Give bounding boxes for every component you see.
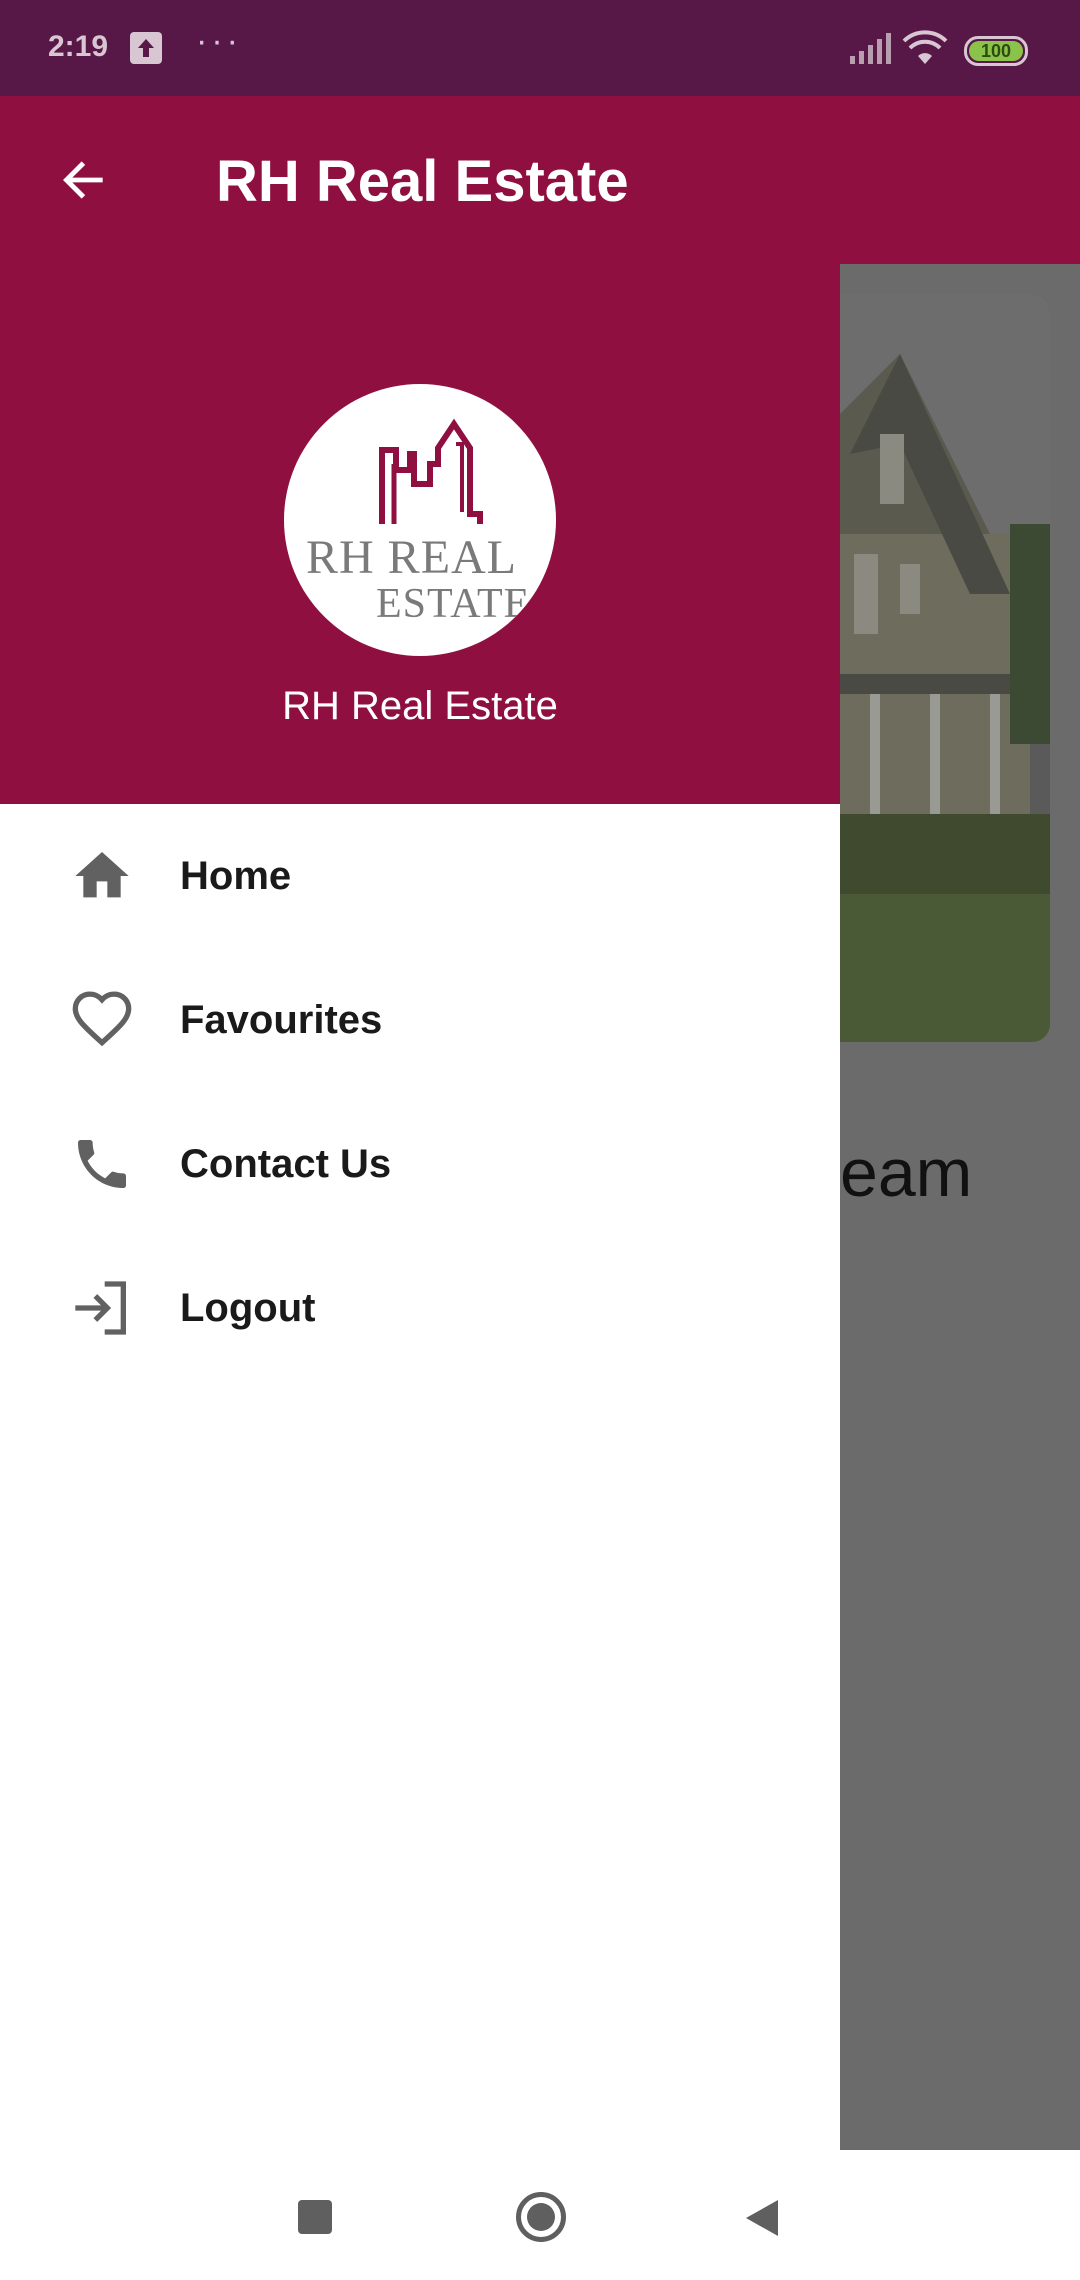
app-bar: RH Real Estate [0,96,1080,264]
upload-icon [130,32,162,64]
menu-item-home[interactable]: Home [0,804,840,948]
menu-item-label: Contact Us [180,1141,392,1186]
phone-icon [68,1130,136,1198]
signal-icon [848,32,892,71]
system-nav-bar [0,2150,1080,2280]
battery-level: 100 [969,41,1023,61]
menu-item-contact-us[interactable]: Contact Us [0,1092,840,1236]
property-image [840,294,1050,1042]
app-title: RH Real Estate [216,149,629,214]
home-icon [68,842,136,910]
heart-outline-icon [68,986,136,1054]
background-scrim[interactable]: eam [840,264,1080,2150]
arrow-back-icon [63,161,103,199]
wifi-icon [902,30,948,71]
battery-icon: 100 [964,36,1028,66]
navigation-drawer: RH REAL ESTATE RH Real Estate Home Favou… [0,264,840,2150]
drawer-account-name: RH Real Estate [282,684,558,728]
menu-item-label: Home [180,853,292,898]
background-heading: eam [840,1135,973,1211]
logo-line-1: RH REAL [306,531,517,584]
home-nav-dot [527,2203,555,2231]
menu-item-favourites[interactable]: Favourites [0,948,840,1092]
menu-item-label: Favourites [180,997,383,1042]
status-bar: 2:19 ··· 100 [0,0,1080,96]
screen: 2:19 ··· 100 RH Real Estate eam RH REAL … [0,0,1080,2280]
menu-item-logout[interactable]: Logout [0,1236,840,1380]
login-icon [68,1274,136,1342]
back-nav-icon[interactable] [744,2198,780,2243]
drawer-menu: Home Favourites Contact Us Logout [0,804,840,1380]
menu-item-label: Logout [180,1285,316,1330]
recents-icon[interactable] [298,2200,332,2234]
more-dots: ··· [196,22,242,60]
logo-line-2: ESTATE [376,581,531,627]
logo: RH REAL ESTATE [284,384,556,656]
drawer-header: RH REAL ESTATE RH Real Estate [0,264,840,804]
home-nav-icon[interactable] [516,2192,566,2242]
back-button[interactable] [44,140,124,220]
status-time: 2:19 [48,30,109,63]
